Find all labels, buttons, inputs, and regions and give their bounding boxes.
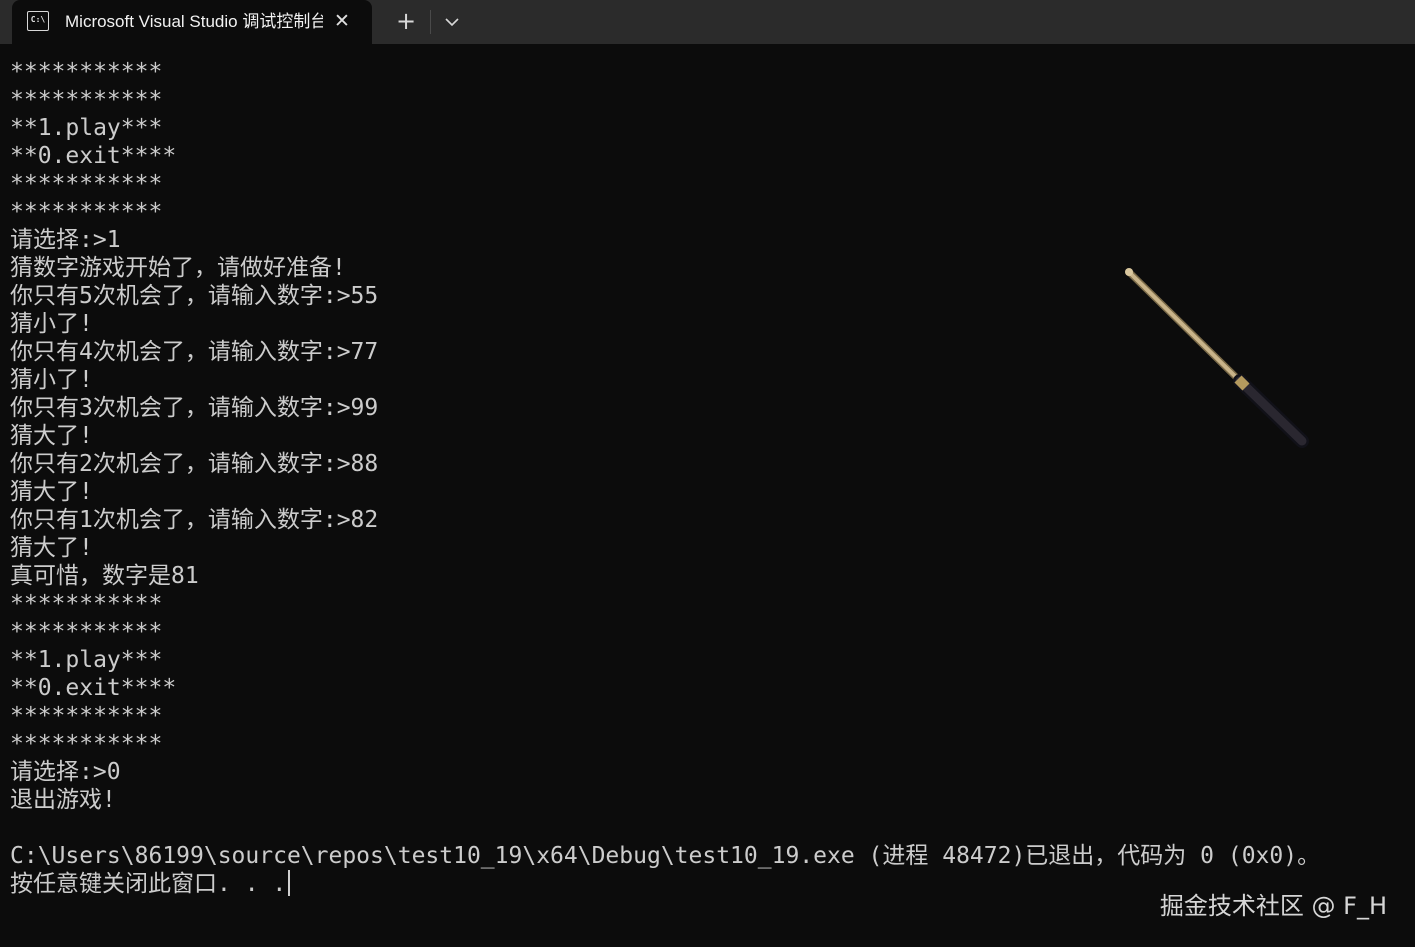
console-line: 真可惜，数字是81	[10, 563, 199, 589]
console-output[interactable]: *********** *********** **1.play*** **0.exi…	[10, 58, 1410, 918]
magic-wand-icon	[1125, 268, 1309, 448]
console-line: ***********	[10, 619, 163, 645]
console-line-text: 按任意键关闭此窗口. . .	[10, 871, 287, 897]
console-line: **1.play***	[10, 647, 163, 673]
tab-bar: C:\ Microsoft Visual Studio 调试控制台 ✕ +	[0, 0, 1415, 44]
console-line: **0.exit****	[10, 143, 177, 169]
console-line: 猜大了!	[10, 535, 93, 561]
console-line: ***********	[10, 703, 163, 729]
console-line: **1.play***	[10, 115, 163, 141]
console-line: ***********	[10, 591, 163, 617]
console-line: **0.exit****	[10, 675, 177, 701]
console-line: ***********	[10, 87, 163, 113]
console-line: 你只有1次机会了，请输入数字:>82	[10, 507, 379, 533]
new-tab-button[interactable]: +	[390, 6, 422, 38]
console-line: C:\Users\86199\source\repos\test10_19\x6…	[10, 843, 1321, 869]
terminal-icon: C:\	[27, 11, 49, 31]
tab-title: Microsoft Visual Studio 调试控制台	[65, 12, 323, 31]
tab-divider	[430, 10, 431, 34]
watermark: 掘金技术社区 @ F_H	[1159, 892, 1387, 920]
console-line: 请选择:>0	[10, 759, 121, 785]
console-line: ***********	[10, 171, 163, 197]
console-line: 请选择:>1	[10, 227, 121, 253]
close-icon[interactable]: ✕	[328, 8, 356, 36]
text-cursor	[288, 870, 291, 896]
console-line: ***********	[10, 59, 163, 85]
console-window: C:\ Microsoft Visual Studio 调试控制台 ✕ + **…	[0, 0, 1415, 947]
console-line: 退出游戏!	[10, 787, 116, 813]
console-line: ***********	[10, 731, 163, 757]
console-line: ***********	[10, 199, 163, 225]
console-line: 猜大了!	[10, 479, 93, 505]
chevron-down-icon[interactable]	[438, 6, 466, 38]
tab-debug-console[interactable]: C:\ Microsoft Visual Studio 调试控制台 ✕	[12, 0, 372, 44]
